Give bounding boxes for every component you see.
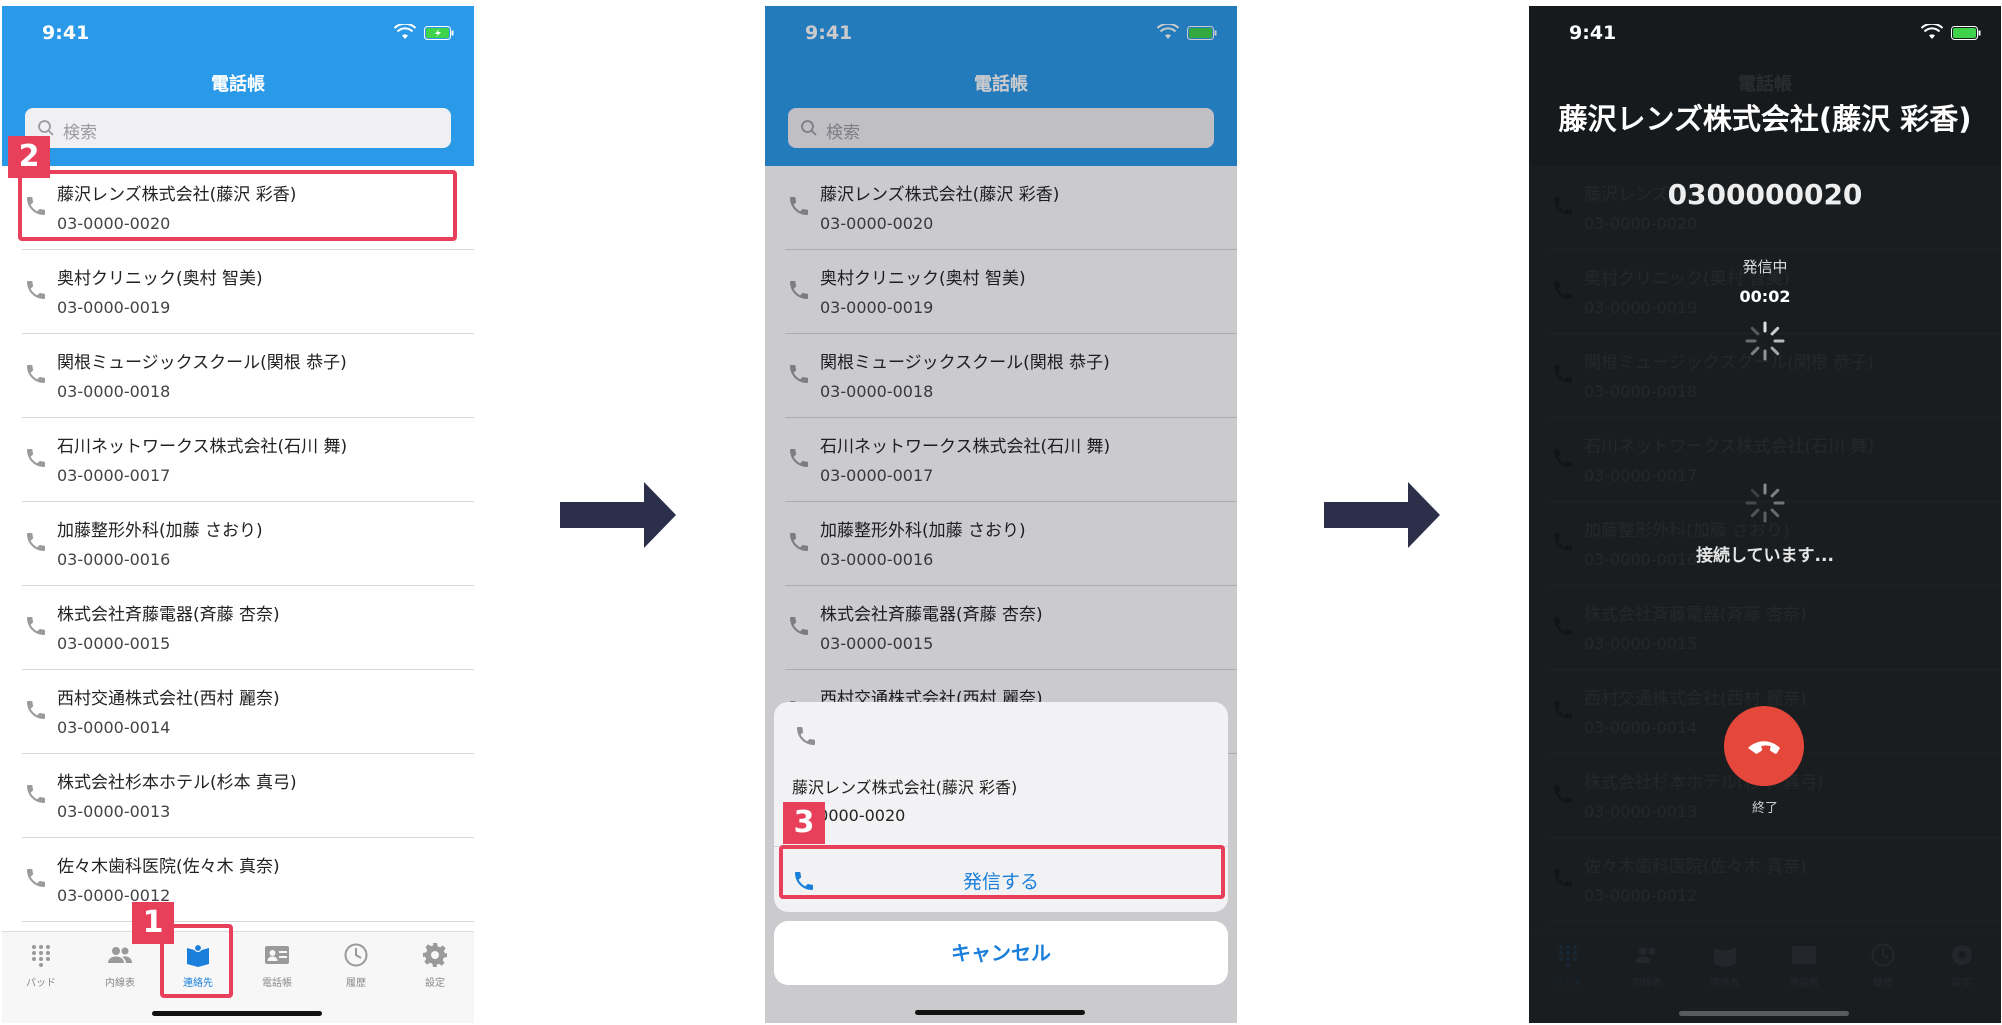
contact-number: 03-0000-0015 [57, 634, 171, 653]
contact-row[interactable]: 加藤整形外科(加藤 さおり) 03-0000-0016 [2, 502, 474, 586]
phone-icon [27, 533, 45, 551]
contact-name: 石川ネットワークス株式会社(石川 舞) [57, 437, 348, 457]
end-call-button[interactable] [1724, 706, 1804, 786]
contact-number: 03-0000-0018 [57, 382, 171, 401]
status-time: 9:41 [1569, 22, 1617, 44]
battery-icon [424, 26, 454, 40]
phone-icon [27, 701, 45, 719]
tab-phonebook[interactable]: 電話帳 [238, 942, 316, 989]
home-indicator [915, 1010, 1085, 1015]
contact-name: 関根ミュージックスクール(関根 恭子) [57, 353, 347, 373]
phone-screen-contacts: 電話帳 検索 9:41 藤沢レンズ株式会社(藤沢 彩香) 03-0000-0020… [2, 6, 474, 1023]
phone-screen-action-sheet: 電話帳 検索 9:41 藤沢レンズ株式会社(藤沢 彩香) 03-0000-0020… [765, 6, 1237, 1023]
contact-row[interactable]: 株式会社斉藤電器(斉藤 杏奈) 03-0000-0015 [2, 586, 474, 670]
phone-icon [27, 281, 45, 299]
tab-label: 電話帳 [262, 978, 292, 989]
contact-row[interactable]: 石川ネットワークス株式会社(石川 舞) 03-0000-0017 [2, 418, 474, 502]
tab-extension-list[interactable]: 内線表 [81, 942, 159, 989]
contact-row[interactable]: 関根ミュージックスクール(関根 恭子) 03-0000-0018 [2, 334, 474, 418]
contact-name: 株式会社斉藤電器(斉藤 杏奈) [57, 605, 280, 625]
contact-name: 佐々木歯科医院(佐々木 真奈) [57, 857, 280, 877]
tab-bar: パッド 内線表 連絡先 電話帳 履歴 設定 [2, 931, 474, 1023]
end-call-label: 終了 [1751, 801, 1778, 816]
arrow-right-icon [1324, 482, 1440, 548]
calling-contact-name: 藤沢レンズ株式会社(藤沢 彩香) [1558, 102, 1972, 136]
arrow-right-icon [560, 482, 676, 548]
step-marker-2: 2 [8, 136, 50, 178]
contact-number: 03-0000-0019 [57, 298, 171, 317]
tab-pad[interactable]: パッド [2, 942, 80, 989]
cancel-button[interactable]: キャンセル [774, 921, 1228, 985]
header-title: 電話帳 [211, 74, 265, 95]
contact-list: 藤沢レンズ株式会社(藤沢 彩香)03-0000-0020 奥村クリニック(奥村 … [2, 166, 474, 922]
search-icon [38, 120, 54, 136]
contact-row[interactable]: 株式会社杉本ホテル(杉本 真弓) 03-0000-0013 [2, 754, 474, 838]
loading-spinner-icon [1745, 483, 1785, 523]
contact-name: 加藤整形外科(加藤 さおり) [57, 521, 263, 541]
contact-name: 西村交通株式会社(西村 麗奈) [57, 689, 280, 709]
phone-icon [27, 785, 45, 803]
contact-number: 03-0000-0013 [57, 802, 171, 821]
phone-icon [27, 869, 45, 887]
phone-icon [797, 727, 815, 745]
calling-number: 0300000020 [1667, 178, 1863, 211]
step-marker-1: 1 [132, 902, 174, 944]
tab-history[interactable]: 履歴 [317, 942, 395, 989]
contact-name: 株式会社杉本ホテル(杉本 真弓) [57, 773, 297, 793]
home-indicator [152, 1011, 322, 1016]
status-bar: 9:41 [2, 6, 474, 58]
phone-icon [27, 365, 45, 383]
connecting-status: 接続しています... [1696, 546, 1834, 566]
wifi-icon [1921, 24, 1943, 39]
tab-label: 履歴 [346, 978, 366, 989]
people-icon [108, 947, 132, 963]
contact-name: 奥村クリニック(奥村 智美) [57, 269, 263, 289]
contact-row[interactable]: 佐々木歯科医院(佐々木 真奈) 03-0000-0012 [2, 838, 474, 922]
sheet-contact-name: 藤沢レンズ株式会社(藤沢 彩香) [792, 778, 1018, 797]
loading-spinner-icon [1745, 321, 1785, 361]
phone-screen-calling: 電話帳 藤沢レンズ株式会社(藤沢 彩香)03-0000-0020 奥村クリニック… [1529, 6, 2001, 1023]
call-timer: 00:02 [1739, 287, 1791, 306]
tab-label: パッド [26, 978, 56, 989]
call-state: 発信中 [1742, 258, 1788, 276]
step-marker-3: 3 [783, 802, 825, 844]
highlight-box-contact [18, 170, 457, 241]
tab-settings[interactable]: 設定 [396, 942, 474, 989]
phone-icon [27, 617, 45, 635]
contact-number: 03-0000-0014 [57, 718, 171, 737]
tab-label: 内線表 [105, 978, 135, 989]
gear-icon [423, 943, 447, 967]
status-time: 9:41 [42, 22, 90, 44]
tab-label: 設定 [425, 978, 445, 989]
phone-icon [27, 449, 45, 467]
search-input[interactable]: 検索 [25, 108, 451, 148]
wifi-icon [394, 24, 416, 39]
contact-row[interactable]: 西村交通株式会社(西村 麗奈) 03-0000-0014 [2, 670, 474, 754]
search-placeholder: 検索 [63, 123, 97, 143]
clock-icon [344, 943, 368, 967]
phonebook-card-icon [265, 946, 289, 964]
status-bar: 9:41 [1529, 6, 2001, 58]
hang-up-icon [1748, 741, 1780, 754]
battery-icon [1951, 26, 1981, 40]
contact-row[interactable]: 奥村クリニック(奥村 智美) 03-0000-0019 [2, 250, 474, 334]
contact-number: 03-0000-0016 [57, 550, 171, 569]
contact-number: 03-0000-0017 [57, 466, 171, 485]
keypad-icon [32, 945, 50, 967]
highlight-box-call [779, 845, 1225, 899]
